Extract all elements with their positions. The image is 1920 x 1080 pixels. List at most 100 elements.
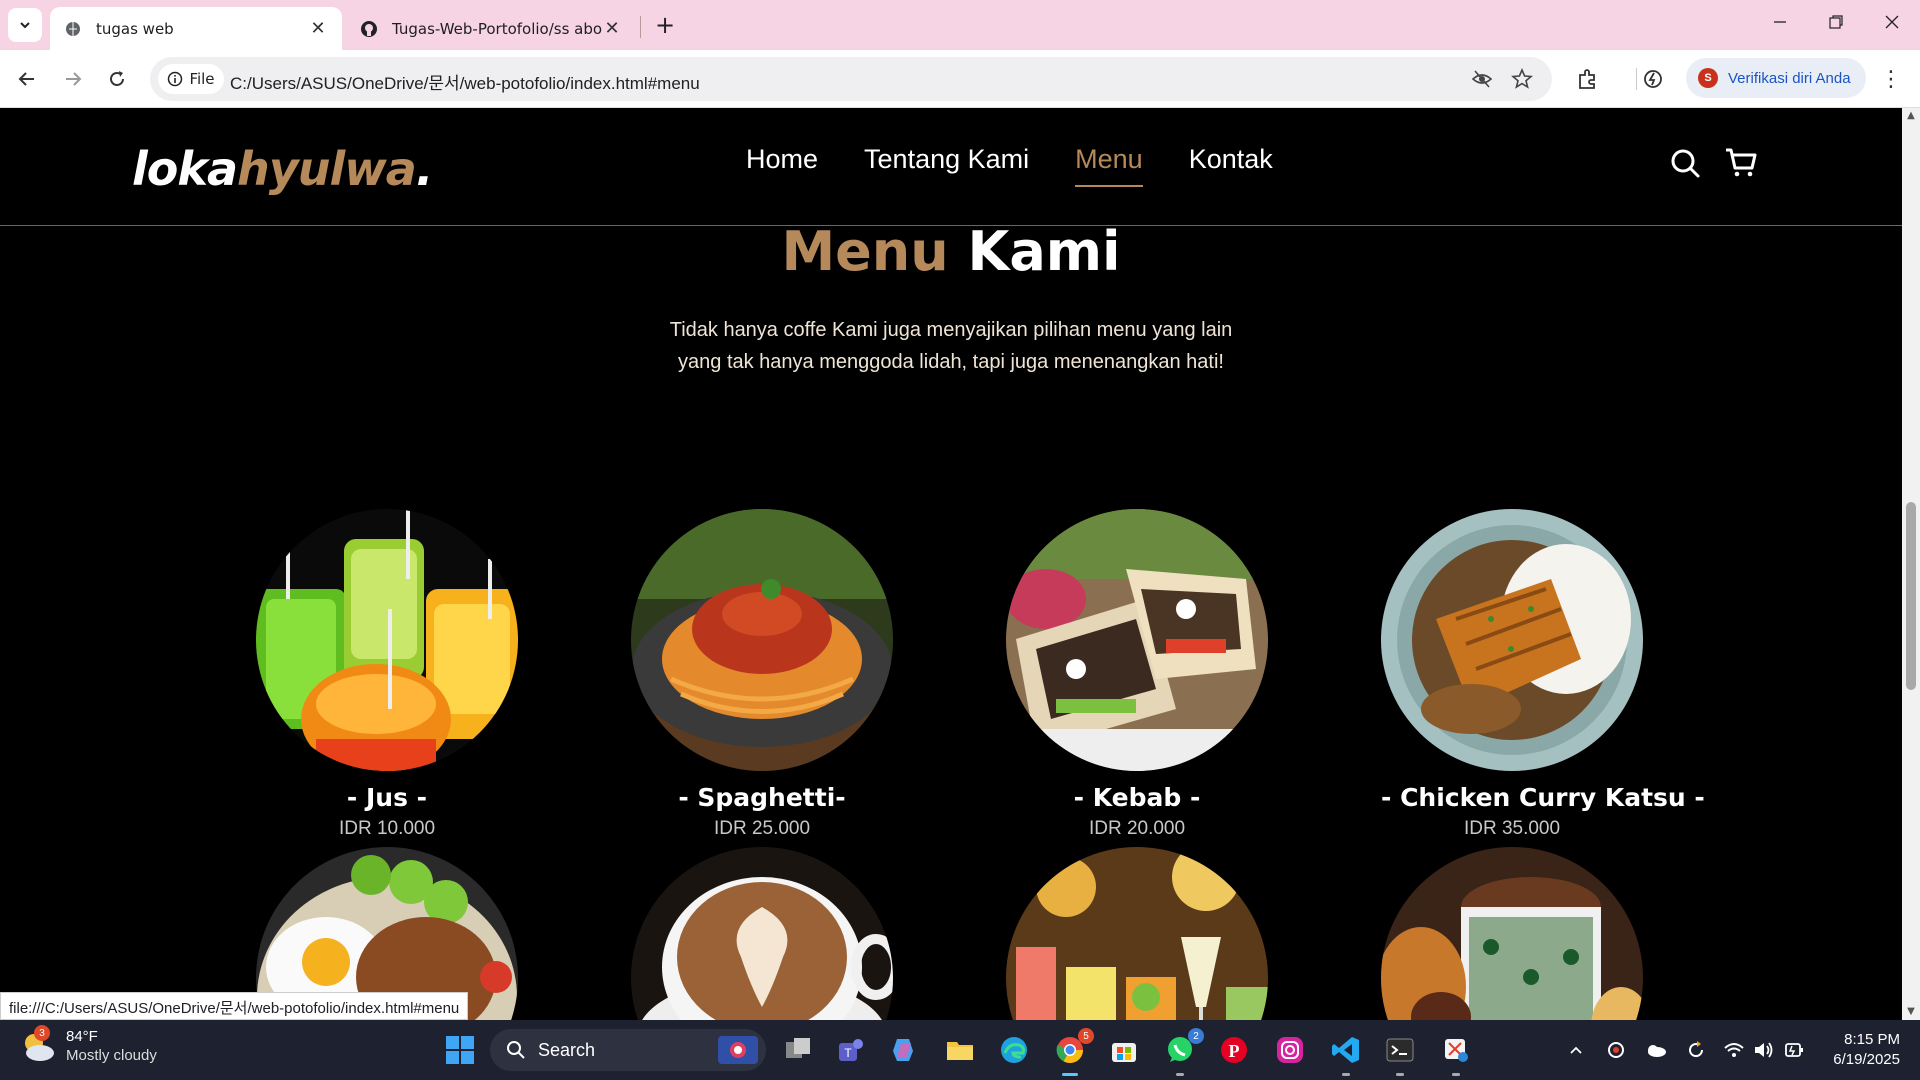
search-icon [507,1041,525,1059]
tab-tugas-web[interactable]: tugas web ✕ [50,7,342,50]
address-bar[interactable]: File C:/Users/ASUS/OneDrive/문서/web-potof… [150,57,1552,101]
bookmark-star-icon[interactable] [1510,67,1534,91]
search-label: Search [538,1039,596,1060]
edge-app[interactable] [996,1032,1032,1068]
section-title: Menu Kami [0,220,1902,283]
menu-card-coffee[interactable] [631,847,893,1020]
menu-card-kebab[interactable]: - Kebab - IDR 20.000 [1006,509,1268,840]
windows-logo-icon [446,1036,474,1064]
curry-katsu-image [1381,509,1643,771]
tab-title: Tugas-Web-Portofolio/ss about [392,19,602,38]
browser-menu-button[interactable]: ⋮ [1876,64,1906,94]
site-info-label: File [189,70,215,88]
scroll-down-icon[interactable]: ▼ [1906,1006,1916,1017]
battery-icon[interactable] [1782,1038,1806,1062]
page-scrollbar[interactable]: ▲ ▼ [1902,108,1920,1020]
running-indicator [1176,1073,1184,1076]
task-view-button[interactable] [780,1032,816,1068]
forward-button[interactable] [56,62,90,96]
nav-link-kontak[interactable]: Kontak [1189,144,1273,187]
iced-coffee-snacks-image [1381,847,1643,1020]
running-indicator [1342,1073,1350,1076]
site-logo[interactable]: lokahyulwa. [132,142,434,196]
chrome-app[interactable]: 5 [1052,1028,1094,1076]
url-text[interactable]: C:/Users/ASUS/OneDrive/문서/web-potofolio/… [230,69,700,94]
folder-icon [947,1042,973,1060]
logo-dot: . [415,142,434,196]
scroll-up-icon[interactable]: ▲ [1906,110,1916,121]
nav-link-home[interactable]: Home [746,144,818,187]
page-viewport: lokahyulwa. Home Tentang Kami Menu Konta… [0,108,1902,1020]
back-button[interactable] [10,62,44,96]
store-icon [1112,1043,1136,1062]
running-indicator [1062,1073,1078,1076]
menu-item-name: - Chicken Curry Katsu - [1381,783,1705,812]
close-tab-icon[interactable]: ✕ [308,18,328,39]
sync-icon[interactable] [1684,1038,1708,1062]
instagram-app[interactable] [1272,1032,1308,1068]
menu-card-jus[interactable]: - Jus - IDR 10.000 [256,509,518,840]
weather-condition: Mostly cloudy [66,1047,157,1064]
store-app[interactable] [1106,1032,1142,1068]
close-tab-icon[interactable]: ✕ [602,18,622,39]
cocktails-image [1006,847,1268,1020]
section-title-rest: Kami [967,220,1121,283]
vscode-app[interactable] [1328,1032,1364,1076]
extensions-icon[interactable] [1572,64,1602,94]
browser-tab-bar: tugas web ✕ Tugas-Web-Portofolio/ss abou… [0,0,1920,50]
nav-link-tentang-kami[interactable]: Tentang Kami [864,144,1029,187]
svg-text:T: T [844,1046,852,1060]
avatar: S [1698,68,1718,88]
scrollbar-thumb[interactable] [1906,502,1916,690]
menu-item-name: - Kebab - [1073,783,1201,812]
tab-github[interactable]: Tugas-Web-Portofolio/ss about ✕ [346,7,636,50]
search-icon[interactable] [1668,146,1702,180]
menu-item-price: IDR 35.000 [1463,818,1561,839]
chrome-badge: 5 [1078,1028,1094,1044]
shopping-cart-icon[interactable] [1724,146,1758,180]
record-icon[interactable] [1604,1038,1628,1062]
teams-app[interactable]: T [832,1032,868,1068]
taskbar-search[interactable]: Search [490,1029,766,1071]
menu-card-chicken-curry-katsu[interactable]: - Chicken Curry Katsu - IDR 35.000 [1381,509,1705,840]
section-title-accent: Menu [781,220,949,283]
copilot-icon [893,1039,913,1061]
teams-icon: T [839,1039,863,1061]
chevron-up-icon[interactable] [1564,1038,1588,1062]
wifi-icon[interactable] [1722,1038,1746,1062]
weather-widget[interactable]: 3 84°F Mostly cloudy [20,1025,157,1066]
search-highlight-icon [718,1036,758,1064]
menu-card-cocktails[interactable] [1006,847,1268,1020]
performance-icon[interactable] [1638,64,1668,94]
svg-text:P: P [1229,1041,1240,1061]
eye-slash-icon[interactable] [1470,67,1494,91]
onedrive-cloud-icon[interactable] [1644,1038,1668,1062]
nav-link-menu[interactable]: Menu [1075,144,1143,187]
close-window-button[interactable] [1864,0,1920,44]
pinterest-app[interactable]: P [1216,1032,1252,1068]
site-info-chip[interactable]: File [158,64,224,94]
system-clock[interactable]: 8:15 PM 6/19/2025 [1820,1030,1900,1070]
whatsapp-app[interactable]: 2 [1162,1028,1204,1076]
copilot-app[interactable] [886,1032,922,1068]
menu-card-spaghetti[interactable]: - Spaghetti- IDR 25.000 [631,509,893,840]
volume-icon[interactable] [1752,1038,1776,1062]
menu-card-iced-coffee[interactable] [1381,847,1643,1020]
profile-button[interactable]: S Verifikasi diri Anda [1686,58,1866,98]
menu-item-name: - Spaghetti- [678,783,846,812]
snipping-tool-app[interactable] [1438,1032,1474,1076]
restore-button[interactable] [1808,0,1864,44]
logo-part-accent: hyulwa [237,142,417,196]
terminal-app[interactable] [1382,1032,1418,1076]
reload-button[interactable] [100,62,134,96]
snipping-tool-icon [1445,1039,1468,1062]
windows-start-button[interactable] [442,1032,478,1068]
tab-search-button[interactable] [8,8,42,42]
minimize-button[interactable] [1752,0,1808,44]
menu-item-price: IDR 10.000 [338,818,436,839]
new-tab-button[interactable]: + [650,10,680,40]
file-explorer-app[interactable] [942,1032,978,1068]
instagram-icon [1277,1037,1303,1063]
info-icon [168,71,183,87]
juice-drinks-image [256,509,518,771]
